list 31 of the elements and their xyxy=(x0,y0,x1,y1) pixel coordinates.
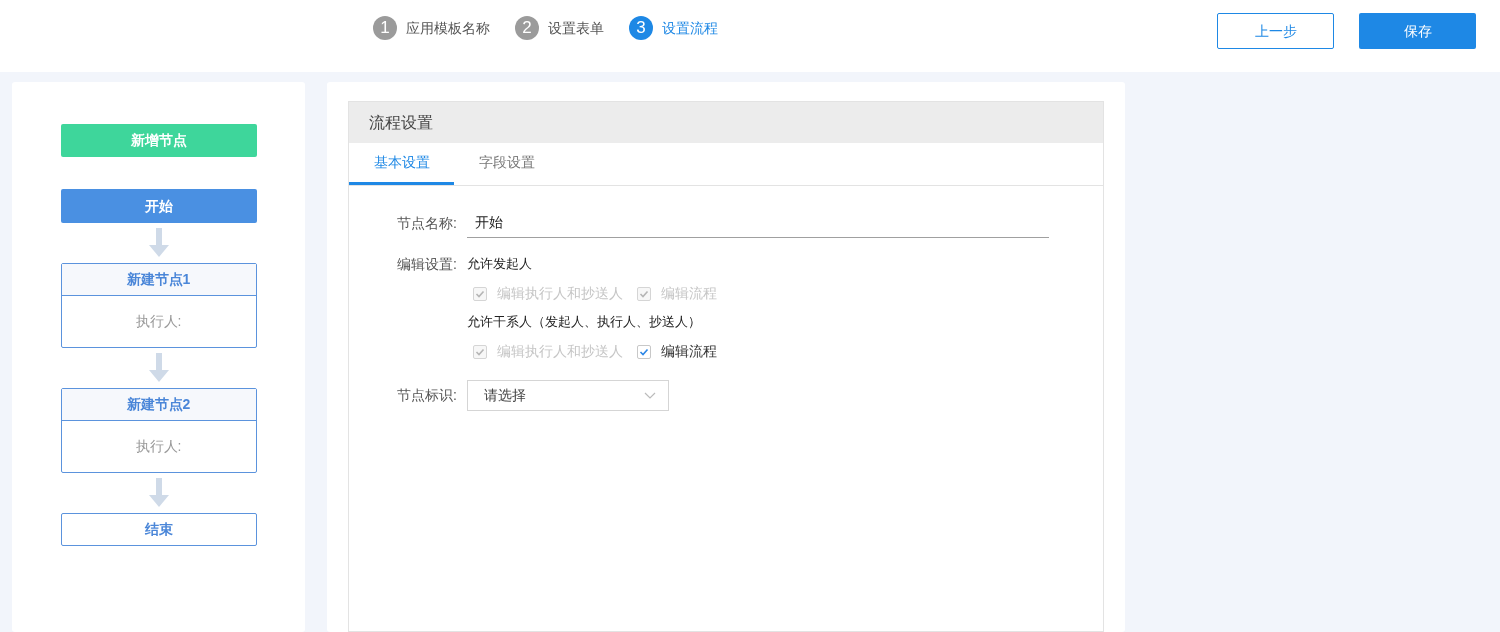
step-label: 设置流程 xyxy=(662,18,718,38)
down-arrow-icon xyxy=(147,228,170,258)
node-title: 新建节点1 xyxy=(61,264,256,296)
down-arrow-icon xyxy=(147,353,170,383)
assignee-label: 执行人: xyxy=(135,437,182,456)
step-label: 设置表单 xyxy=(548,18,604,38)
end-node[interactable]: 结束 xyxy=(60,513,257,546)
tab[interactable]: 基本设置 xyxy=(349,143,454,185)
node-name-field[interactable]: 开始 xyxy=(467,208,1049,238)
field-label: 节点标识: xyxy=(396,386,457,405)
step-number: 1 xyxy=(373,16,397,40)
chevron-down-icon xyxy=(644,392,656,399)
task-node[interactable]: 新建节点1 执行人: xyxy=(60,263,257,348)
panel-title: 流程设置 xyxy=(369,112,433,133)
assignee-label: 执行人: xyxy=(135,312,182,331)
task-node[interactable]: 新建节点2 执行人: xyxy=(60,388,257,473)
node-tag-select[interactable]: 请选择 xyxy=(467,380,669,411)
field-label: 节点名称: xyxy=(396,213,457,233)
node-title: 新建节点2 xyxy=(61,389,256,421)
step-number: 3 xyxy=(629,16,653,40)
checkbox-label: 编辑流程 xyxy=(661,342,717,361)
field-label: 编辑设置: xyxy=(396,255,457,274)
save-button[interactable]: 保存 xyxy=(1359,13,1476,49)
back-button[interactable]: 上一步 xyxy=(1217,13,1334,49)
group-title: 允许干系人（发起人、执行人、抄送人） xyxy=(467,313,702,331)
step-number: 2 xyxy=(515,16,539,40)
step-label: 应用模板名称 xyxy=(406,18,490,38)
down-arrow-icon xyxy=(147,478,170,508)
group-title: 允许发起人 xyxy=(467,255,533,273)
start-node[interactable]: 开始 xyxy=(60,189,257,223)
tab[interactable]: 字段设置 xyxy=(454,143,559,185)
